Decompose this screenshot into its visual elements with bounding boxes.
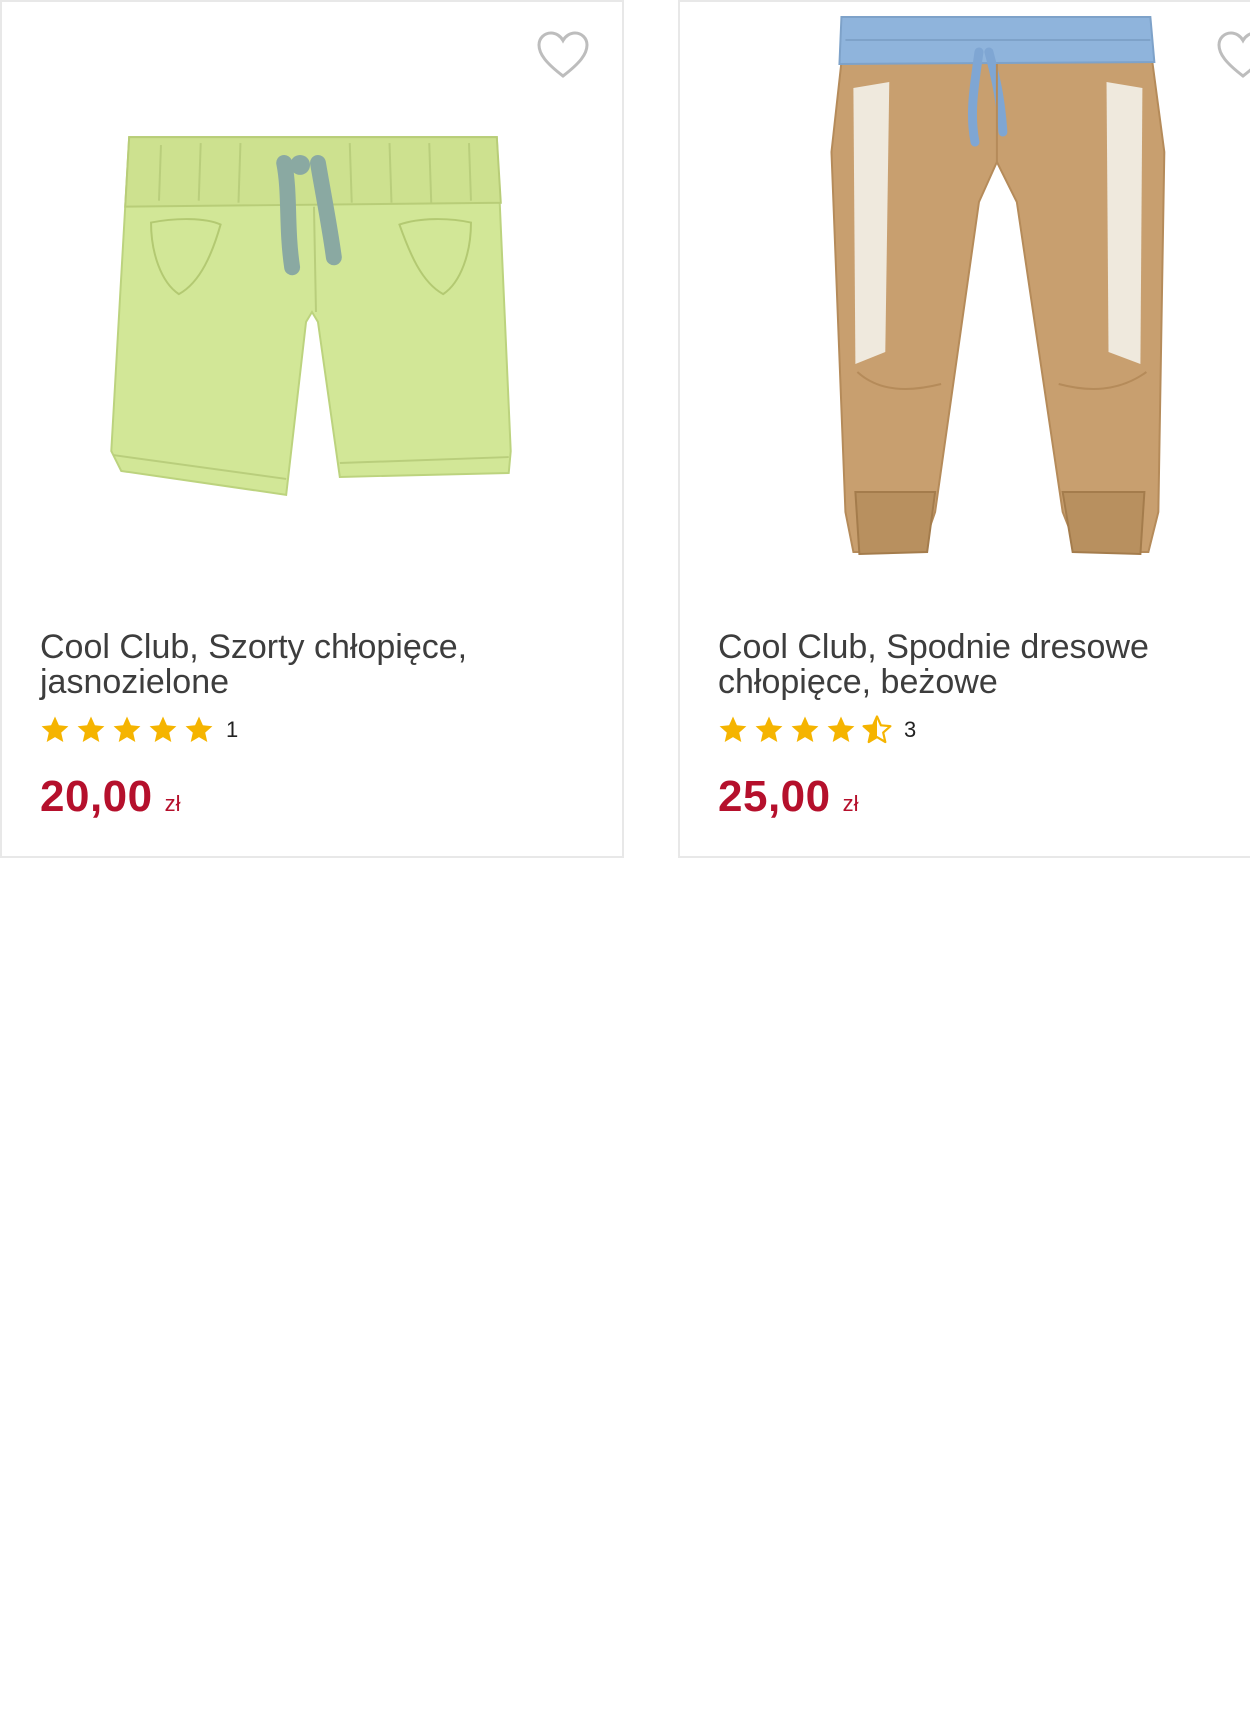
product-card[interactable]: Cool Club, Spodnie dresowe chłopięce, be…: [678, 0, 1250, 858]
price-value: 20,00: [40, 772, 153, 821]
product-grid: Cool Club, Szorty chłopięce, jasnozielon…: [0, 0, 1250, 1721]
star-full-icon: [40, 715, 70, 745]
star-full-icon: [826, 715, 856, 745]
rating-count: 1: [226, 717, 239, 742]
product-price: 20,00 zł: [40, 772, 181, 822]
star-full-icon: [718, 715, 748, 745]
star-half-icon: [862, 715, 892, 745]
price-currency: zł: [164, 791, 181, 816]
star-full-icon: [754, 715, 784, 745]
beige-sweatpants-image[interactable]: [680, 12, 1250, 612]
star-full-icon: [112, 715, 142, 745]
rating-count: 3: [904, 717, 917, 742]
rating-stars: 3: [718, 714, 916, 746]
product-title[interactable]: Cool Club, Spodnie dresowe chłopięce, be…: [718, 630, 1238, 700]
product-price: 25,00 zł: [718, 772, 859, 822]
star-full-icon: [790, 715, 820, 745]
star-full-icon: [76, 715, 106, 745]
product-title[interactable]: Cool Club, Szorty chłopięce, jasnozielon…: [40, 630, 560, 700]
product-card[interactable]: Cool Club, Szorty chłopięce, jasnozielon…: [0, 0, 624, 858]
price-currency: zł: [842, 791, 859, 816]
rating-stars: 1: [40, 714, 238, 746]
light-green-shorts-image[interactable]: [2, 12, 622, 612]
star-full-icon: [184, 715, 214, 745]
price-value: 25,00: [718, 772, 831, 821]
star-full-icon: [148, 715, 178, 745]
